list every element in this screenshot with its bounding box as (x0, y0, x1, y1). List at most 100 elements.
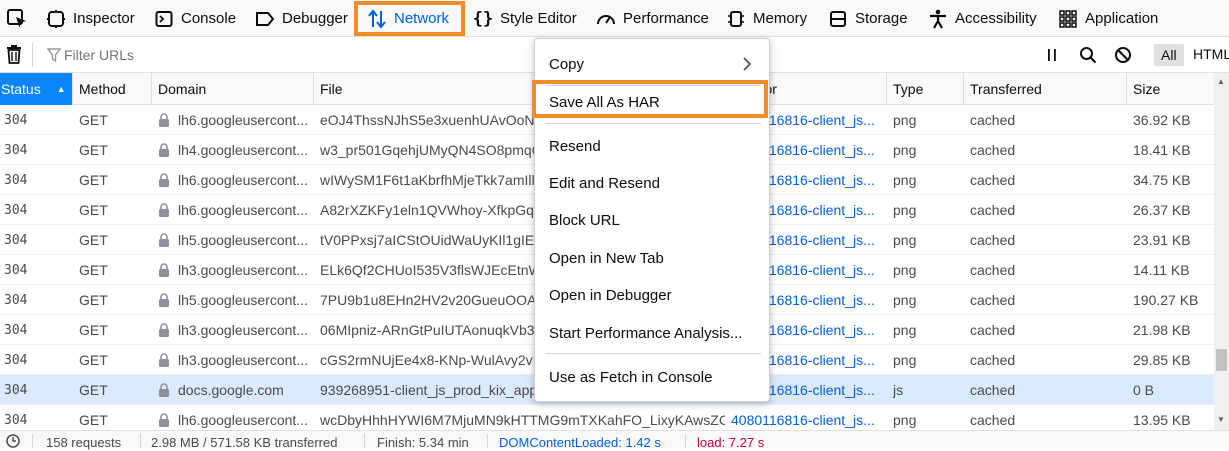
lock-icon (158, 323, 172, 337)
cell-domain: lh6.googleusercont... (152, 165, 314, 195)
column-header-domain[interactable]: Domain (152, 73, 314, 105)
filter-urls-input[interactable] (40, 42, 340, 68)
menu-item-label: Edit and Resend (549, 174, 660, 192)
scroll-up-icon[interactable]: ▲ (1217, 77, 1225, 86)
application-icon (1058, 9, 1078, 29)
cell-type: png (887, 255, 964, 285)
tab-label: Performance (623, 10, 709, 27)
menu-item-resend[interactable]: Resend (535, 130, 771, 162)
status-divider (140, 434, 141, 448)
menu-separator (545, 353, 761, 354)
cell-text: 304 (4, 292, 28, 308)
column-header-size[interactable]: Size (1127, 73, 1214, 105)
cell-text: GET (79, 232, 108, 248)
cell-text: ELk6Qf2CHUoI535V3flsWJEcEtnWt (320, 262, 546, 278)
cell-status: 304 (0, 195, 73, 225)
cell-text: png (893, 142, 917, 158)
scroll-down-icon[interactable]: ▼ (1217, 415, 1225, 424)
tab-label: Console (181, 10, 237, 27)
menu-item-open-in-new-tab[interactable]: Open in New Tab (535, 242, 771, 274)
cell-text: 0 B (1133, 382, 1155, 398)
menu-item-use-as-fetch[interactable]: Use as Fetch in Console (535, 361, 771, 393)
tab-performance[interactable]: Performance (596, 0, 709, 37)
column-header-method[interactable]: Method (73, 73, 152, 105)
cell-text: 304 (4, 112, 28, 128)
menu-item-block-url[interactable]: Block URL (535, 204, 771, 236)
filter-html-button[interactable]: HTML (1193, 46, 1229, 62)
cell-transferred: cached (964, 285, 1127, 315)
cell-method: GET (73, 225, 152, 255)
menu-item-edit-and-resend[interactable]: Edit and Resend (535, 167, 771, 199)
menu-item-label: Resend (549, 137, 601, 155)
table-scrollbar[interactable]: ▲ ▼ (1214, 73, 1229, 430)
sort-ascending-icon: ▲ (56, 84, 66, 94)
tab-debugger[interactable]: Debugger (255, 0, 348, 37)
cell-transferred: cached (964, 165, 1127, 195)
cell-size: 14.11 KB (1127, 255, 1214, 285)
cell-text: js (893, 382, 904, 398)
column-header-transferred[interactable]: Transferred (964, 73, 1127, 105)
tab-storage[interactable]: Storage (828, 0, 908, 37)
element-picker-icon[interactable] (6, 8, 28, 30)
memory-icon (726, 9, 746, 29)
cell-transferred: cached (964, 225, 1127, 255)
column-header-type[interactable]: Type (887, 73, 964, 105)
cell-transferred: cached (964, 255, 1127, 285)
tab-style-editor[interactable]: {} Style Editor (473, 0, 577, 37)
cell-text: tV0PPxsj7aICStOUidWaUyKIl1gIEX (320, 232, 544, 248)
tab-label: Application (1085, 10, 1159, 27)
network-tab-highlight (354, 1, 465, 36)
cell-type: png (887, 135, 964, 165)
cell-status: 304 (0, 315, 73, 345)
cell-domain: lh6.googleusercont... (152, 105, 314, 135)
cell-text: lh4.googleusercont... (178, 142, 308, 158)
search-icon[interactable] (1079, 46, 1097, 69)
style-editor-icon: {} (472, 8, 494, 29)
cell-text: cached (970, 112, 1016, 128)
network-status-bar: 158 requests 2.98 MB / 571.58 KB transfe… (0, 430, 1229, 450)
menu-item-label: Start Performance Analysis... (549, 324, 743, 342)
pause-icon[interactable] (1045, 48, 1059, 67)
cell-status: 304 (0, 105, 73, 135)
tab-memory[interactable]: Memory (726, 0, 807, 37)
scrollbar-thumb[interactable] (1216, 349, 1227, 371)
lock-icon (158, 413, 172, 427)
menu-item-open-in-debugger[interactable]: Open in Debugger (535, 279, 771, 311)
cell-text: GET (79, 172, 108, 188)
tab-console[interactable]: Console (154, 0, 236, 37)
cell-text: png (893, 352, 917, 368)
cell-status: 304 (0, 345, 73, 375)
cell-transferred: cached (964, 315, 1127, 345)
cell-status: 304 (0, 375, 73, 405)
cell-text: wcDbyHhhHYWI6M7MjuMN9kHTTMG9mTXKahFO_Lix… (320, 412, 725, 428)
debugger-icon (255, 9, 275, 29)
cell-size: 34.75 KB (1127, 165, 1214, 195)
accessibility-icon (928, 9, 948, 29)
cell-text: cached (970, 262, 1016, 278)
cell-text: 34.75 KB (1133, 172, 1191, 188)
cell-status: 304 (0, 225, 73, 255)
tab-application[interactable]: Application (1058, 0, 1158, 37)
cell-text: GET (79, 142, 108, 158)
status-divider (32, 434, 33, 448)
cell-transferred: cached (964, 105, 1127, 135)
cell-text: 36.92 KB (1133, 112, 1191, 128)
column-header-status[interactable]: Status ▲ (0, 73, 73, 105)
trash-icon[interactable] (6, 45, 22, 69)
cell-text: A82rXZKFy1eln1QVWhoy-XfkpGq7 (320, 202, 542, 218)
filter-all-button[interactable]: All (1154, 44, 1184, 66)
menu-item-copy[interactable]: Copy (535, 48, 771, 80)
cell-domain: docs.google.com (152, 375, 314, 405)
save-har-highlight (532, 80, 768, 118)
lock-icon (158, 293, 172, 307)
cell-type: png (887, 195, 964, 225)
tab-inspector[interactable]: Inspector (46, 0, 135, 37)
cell-method: GET (73, 315, 152, 345)
tab-label: Debugger (282, 10, 348, 27)
cell-text: GET (79, 202, 108, 218)
menu-item-start-performance-analysis[interactable]: Start Performance Analysis... (535, 317, 771, 349)
block-icon[interactable] (1114, 46, 1132, 69)
tab-accessibility[interactable]: Accessibility (928, 0, 1037, 37)
menu-item-label: Copy (549, 55, 585, 73)
column-label: Status (1, 81, 41, 97)
